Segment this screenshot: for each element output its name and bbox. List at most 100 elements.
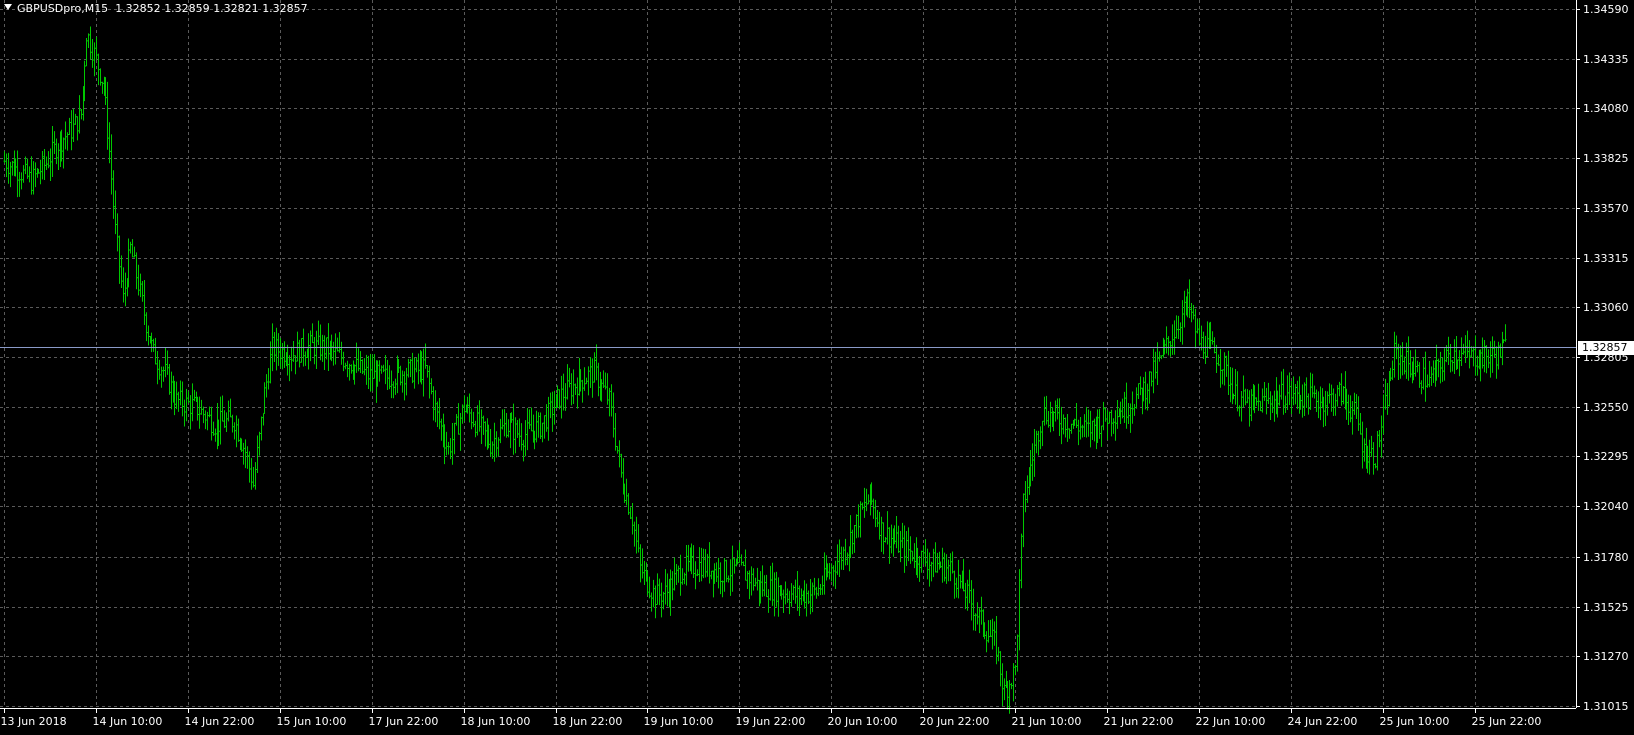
price-bar [941, 547, 944, 583]
price-chart[interactable] [0, 0, 1634, 735]
current-price-tag: 1.32857 [1578, 340, 1634, 355]
price-bar [1165, 326, 1168, 354]
price-bar [1081, 424, 1084, 438]
price-bar [5, 153, 8, 178]
price-bar [198, 396, 201, 429]
dropdown-triangle-icon[interactable] [4, 4, 12, 10]
price-bar [876, 509, 879, 528]
price-bar [710, 570, 713, 580]
price-bar [332, 341, 335, 366]
price-bar [1391, 360, 1394, 381]
price-bar [888, 527, 891, 564]
price-bar [258, 431, 261, 456]
price-bar [1288, 372, 1291, 405]
price-bar [562, 373, 565, 411]
price-bar [411, 352, 414, 384]
price-bar [576, 377, 579, 409]
y-tick-label: 1.33825 [1583, 151, 1629, 165]
price-bar [1357, 396, 1360, 431]
price-bar [1070, 423, 1073, 434]
symbol-header[interactable]: GBPUSDpro,M15 1.32852 1.32859 1.32821 1.… [4, 2, 308, 15]
price-bar [1244, 388, 1247, 406]
price-bar [1418, 362, 1421, 388]
price-bar [189, 395, 192, 430]
price-bar [602, 370, 605, 389]
price-bar [263, 382, 266, 414]
price-bar [702, 548, 705, 579]
price-bar [1194, 308, 1197, 349]
price-bar [246, 446, 249, 469]
price-bar [401, 370, 404, 393]
x-tick-label: 21 Jun 22:00 [1103, 715, 1174, 728]
price-bar [537, 412, 540, 438]
price-bar [1035, 430, 1038, 454]
price-bar [256, 435, 259, 474]
price-bar [731, 545, 734, 592]
price-bar [974, 613, 977, 631]
price-bar [223, 410, 226, 428]
price-bar [1489, 341, 1492, 378]
price-bar [51, 126, 54, 177]
price-bar [727, 575, 730, 583]
price-bar [905, 531, 908, 567]
price-bar [666, 573, 669, 607]
price-bar [57, 143, 60, 170]
price-bar [1437, 358, 1440, 378]
price-bar [1257, 383, 1260, 411]
y-tick-label: 1.33060 [1583, 300, 1629, 314]
price-bar [1296, 380, 1299, 410]
price-bar [336, 337, 339, 352]
price-bar [1493, 340, 1496, 358]
price-bar [1012, 663, 1015, 702]
price-bar [610, 384, 613, 417]
price-bar [1200, 325, 1203, 351]
price-bar [1152, 348, 1155, 394]
price-bar [235, 415, 238, 448]
price-bar [1278, 384, 1281, 406]
price-bar [721, 580, 724, 598]
price-bar [206, 411, 209, 431]
y-tick-label: 1.31015 [1583, 699, 1629, 713]
price-bar [631, 502, 634, 535]
price-bar [175, 381, 178, 410]
price-bar [11, 160, 14, 176]
y-tick-label: 1.31525 [1583, 600, 1629, 614]
price-bar [225, 412, 228, 433]
price-bar [208, 406, 211, 418]
price-bar [964, 582, 967, 610]
price-bar [549, 392, 552, 419]
price-bar [1045, 395, 1048, 425]
price-bar [156, 351, 159, 385]
price-bar [805, 583, 808, 617]
symbol-label: GBPUSDpro,M15 [17, 2, 109, 15]
price-bar [901, 522, 904, 549]
price-bar [18, 171, 21, 197]
price-bar [1049, 401, 1052, 433]
y-tick-label: 1.33315 [1583, 251, 1629, 265]
price-bar [499, 418, 502, 444]
price-bar [1447, 336, 1450, 366]
price-bar [1405, 342, 1408, 379]
price-bar [26, 158, 29, 179]
price-bar [1062, 414, 1065, 435]
price-bar [587, 366, 590, 396]
price-bar [698, 547, 701, 582]
price-bar [704, 549, 707, 578]
price-bar [851, 529, 854, 555]
price-bar [1016, 634, 1019, 672]
price-bar [426, 365, 429, 378]
price-bar [30, 156, 33, 195]
price-bar [265, 374, 268, 398]
price-bar [522, 439, 525, 462]
price-bar [650, 592, 653, 612]
price-bar [1340, 373, 1343, 406]
price-bar [28, 166, 31, 183]
price-bar [1361, 421, 1364, 469]
price-bar [955, 577, 958, 598]
price-bar [637, 524, 640, 553]
price-bar [991, 618, 994, 650]
price-bar [24, 156, 27, 175]
price-bar [440, 418, 443, 441]
price-bar [145, 312, 148, 342]
price-bar [1234, 368, 1237, 405]
